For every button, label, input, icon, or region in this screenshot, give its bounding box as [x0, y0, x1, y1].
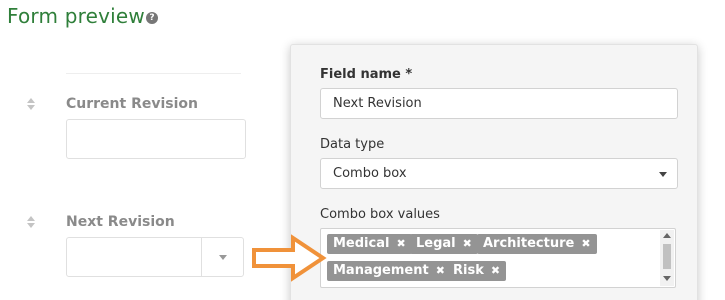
field-label-next-revision: Next Revision	[66, 214, 175, 230]
scrollbar-thumb[interactable]	[663, 244, 671, 269]
drag-handle-icon[interactable]	[26, 98, 36, 112]
field-divider	[66, 73, 241, 74]
data-type-label: Data type	[320, 137, 385, 152]
chevron-down-icon[interactable]	[219, 255, 227, 260]
remove-tag-icon[interactable]: ✖	[581, 234, 590, 254]
tag-risk: Risk ✖	[447, 261, 507, 281]
tag-architecture: Architecture ✖	[477, 234, 597, 254]
help-icon[interactable]: ?	[146, 12, 158, 24]
drag-handle-icon[interactable]	[26, 216, 36, 230]
combo-separator	[201, 238, 202, 276]
current-revision-input[interactable]	[66, 119, 246, 159]
remove-tag-icon[interactable]: ✖	[436, 261, 445, 281]
remove-tag-icon[interactable]: ✖	[463, 234, 472, 254]
next-revision-combo[interactable]	[66, 237, 244, 277]
remove-tag-icon[interactable]: ✖	[396, 234, 405, 254]
arrow-annotation-icon	[252, 234, 327, 282]
tag-medical: Medical ✖	[327, 234, 412, 254]
combo-values-label: Combo box values	[320, 207, 440, 222]
data-type-select[interactable]: Combo box	[320, 158, 678, 189]
tag-legal: Legal ✖	[410, 234, 478, 254]
remove-tag-icon[interactable]: ✖	[491, 261, 500, 281]
tag-management: Management ✖	[327, 261, 451, 281]
scroll-up-icon[interactable]	[663, 233, 671, 238]
field-label-current-revision: Current Revision	[66, 96, 198, 112]
scroll-down-icon[interactable]	[663, 276, 671, 281]
field-editor-panel: Field name * Next Revision Data type Com…	[290, 44, 698, 300]
combo-values-input[interactable]: Medical ✖ Legal ✖ Architecture ✖ Management…	[320, 228, 676, 288]
chevron-down-icon[interactable]	[659, 172, 667, 177]
data-type-value: Combo box	[333, 166, 407, 181]
page-title: Form preview	[7, 4, 145, 28]
scrollbar[interactable]	[660, 230, 674, 286]
field-name-input[interactable]: Next Revision	[320, 88, 678, 119]
field-name-label: Field name *	[320, 67, 413, 82]
